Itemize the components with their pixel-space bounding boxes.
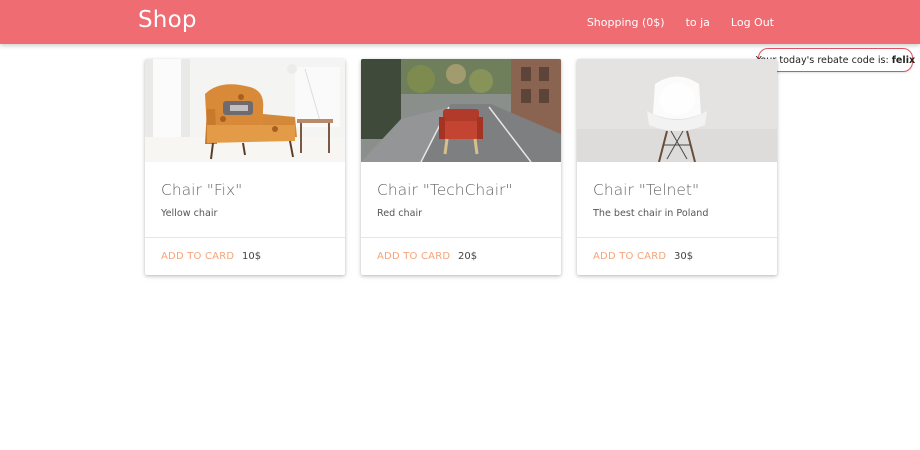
product-description: Yellow chair — [161, 208, 218, 219]
product-card: Chair "Telnet" The best chair in Poland … — [577, 59, 777, 275]
product-title: Chair "Telnet" — [593, 181, 700, 199]
navbar: Shop Shopping (0$) to ja Log Out — [0, 0, 920, 44]
white-chair-image — [577, 59, 777, 162]
product-image-white-chair[interactable] — [577, 59, 777, 162]
add-to-card-button[interactable]: ADD TO CARD — [593, 251, 666, 262]
product-title: Chair "TechChair" — [377, 181, 513, 199]
street-chair-image — [361, 59, 561, 162]
nav-link-shopping[interactable]: Shopping (0$) — [587, 16, 665, 29]
product-description: Red chair — [377, 208, 423, 219]
product-price: 30$ — [674, 251, 694, 262]
rebate-code: felix — [891, 54, 916, 66]
product-description: The best chair in Poland — [593, 208, 709, 219]
product-image-armchair[interactable] — [145, 59, 345, 162]
nav-link-user[interactable]: to ja — [686, 16, 710, 29]
product-price: 10$ — [242, 251, 262, 262]
product-title: Chair "Fix" — [161, 181, 243, 199]
product-card: Chair "Fix" Yellow chair ADD TO CARD 10$ — [145, 59, 345, 275]
product-price: 20$ — [458, 251, 478, 262]
armchair-image — [145, 59, 345, 162]
product-card: Chair "TechChair" Red chair ADD TO CARD … — [361, 59, 561, 275]
product-image-street-chair[interactable] — [361, 59, 561, 162]
card-divider — [577, 237, 777, 238]
nav-link-logout[interactable]: Log Out — [731, 16, 774, 29]
rebate-code-badge: Your today's rebate code is: felix — [756, 48, 916, 72]
card-divider — [145, 237, 345, 238]
brand-logo[interactable]: Shop — [138, 7, 197, 33]
add-to-card-button[interactable]: ADD TO CARD — [161, 251, 234, 262]
card-divider — [361, 237, 561, 238]
nav-links: Shopping (0$) to ja Log Out — [587, 0, 774, 44]
add-to-card-button[interactable]: ADD TO CARD — [377, 251, 450, 262]
